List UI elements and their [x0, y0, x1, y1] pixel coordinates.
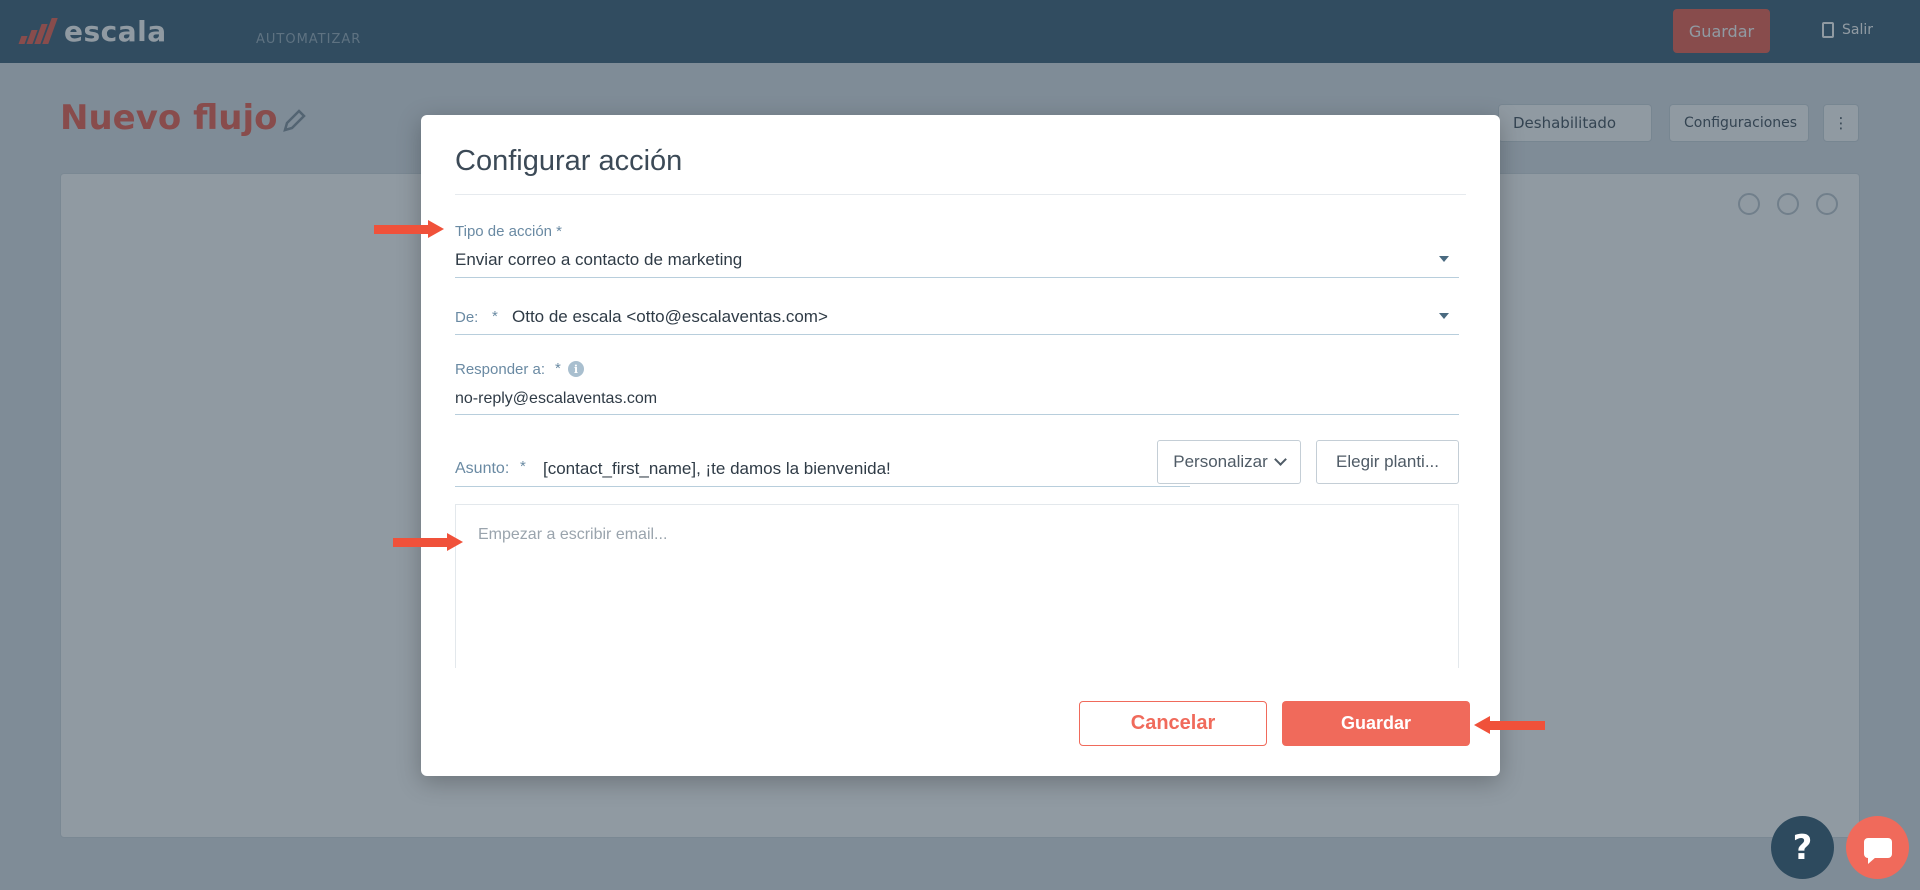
- from-label: De:: [455, 309, 479, 326]
- chevron-down-icon[interactable]: [1439, 256, 1449, 262]
- choose-template-label: Elegir planti...: [1336, 452, 1439, 471]
- modal-title: Configurar acción: [455, 145, 683, 177]
- action-type-select[interactable]: Enviar correo a contacto de marketing: [455, 250, 742, 270]
- choose-template-button[interactable]: Elegir planti...: [1316, 440, 1459, 484]
- reply-to-input[interactable]: no-reply@escalaventas.com: [455, 390, 657, 408]
- email-editor[interactable]: Empezar a escribir email...: [455, 504, 1459, 668]
- action-type-label: Tipo de acción *: [455, 223, 563, 240]
- annotation-arrow-save: [1474, 716, 1545, 734]
- chevron-down-icon[interactable]: [1439, 313, 1449, 319]
- personalize-label: Personalizar: [1173, 452, 1268, 471]
- from-underline: [455, 334, 1459, 335]
- personalize-dropdown[interactable]: Personalizar: [1157, 440, 1301, 484]
- save-button[interactable]: Guardar: [1282, 701, 1470, 746]
- from-select[interactable]: Otto de escala <otto@escalaventas.com>: [512, 307, 828, 327]
- subject-label: Asunto:: [455, 460, 510, 477]
- reply-to-label: Responder a:: [455, 361, 546, 378]
- configure-action-modal: Configurar acción Tipo de acción * Envia…: [421, 115, 1500, 776]
- info-icon[interactable]: i: [568, 361, 584, 377]
- action-type-underline: [455, 277, 1459, 278]
- modal-divider: [455, 194, 1466, 195]
- chat-bubble-icon: [1863, 837, 1892, 864]
- subject-underline: [455, 486, 1190, 487]
- reply-to-required: *: [555, 360, 561, 377]
- from-required: *: [492, 308, 498, 325]
- subject-input[interactable]: [contact_first_name], ¡te damos la bienv…: [543, 459, 891, 479]
- chevron-down-icon: [1273, 453, 1287, 466]
- cancel-button[interactable]: Cancelar: [1079, 701, 1267, 746]
- help-icon[interactable]: ?: [1771, 816, 1834, 879]
- editor-placeholder: Empezar a escribir email...: [478, 526, 668, 543]
- reply-to-underline: [455, 414, 1459, 415]
- subject-required: *: [520, 458, 526, 475]
- annotation-arrow-editor: [393, 533, 463, 551]
- chat-icon[interactable]: [1846, 816, 1909, 879]
- annotation-arrow-action-type: [374, 220, 444, 238]
